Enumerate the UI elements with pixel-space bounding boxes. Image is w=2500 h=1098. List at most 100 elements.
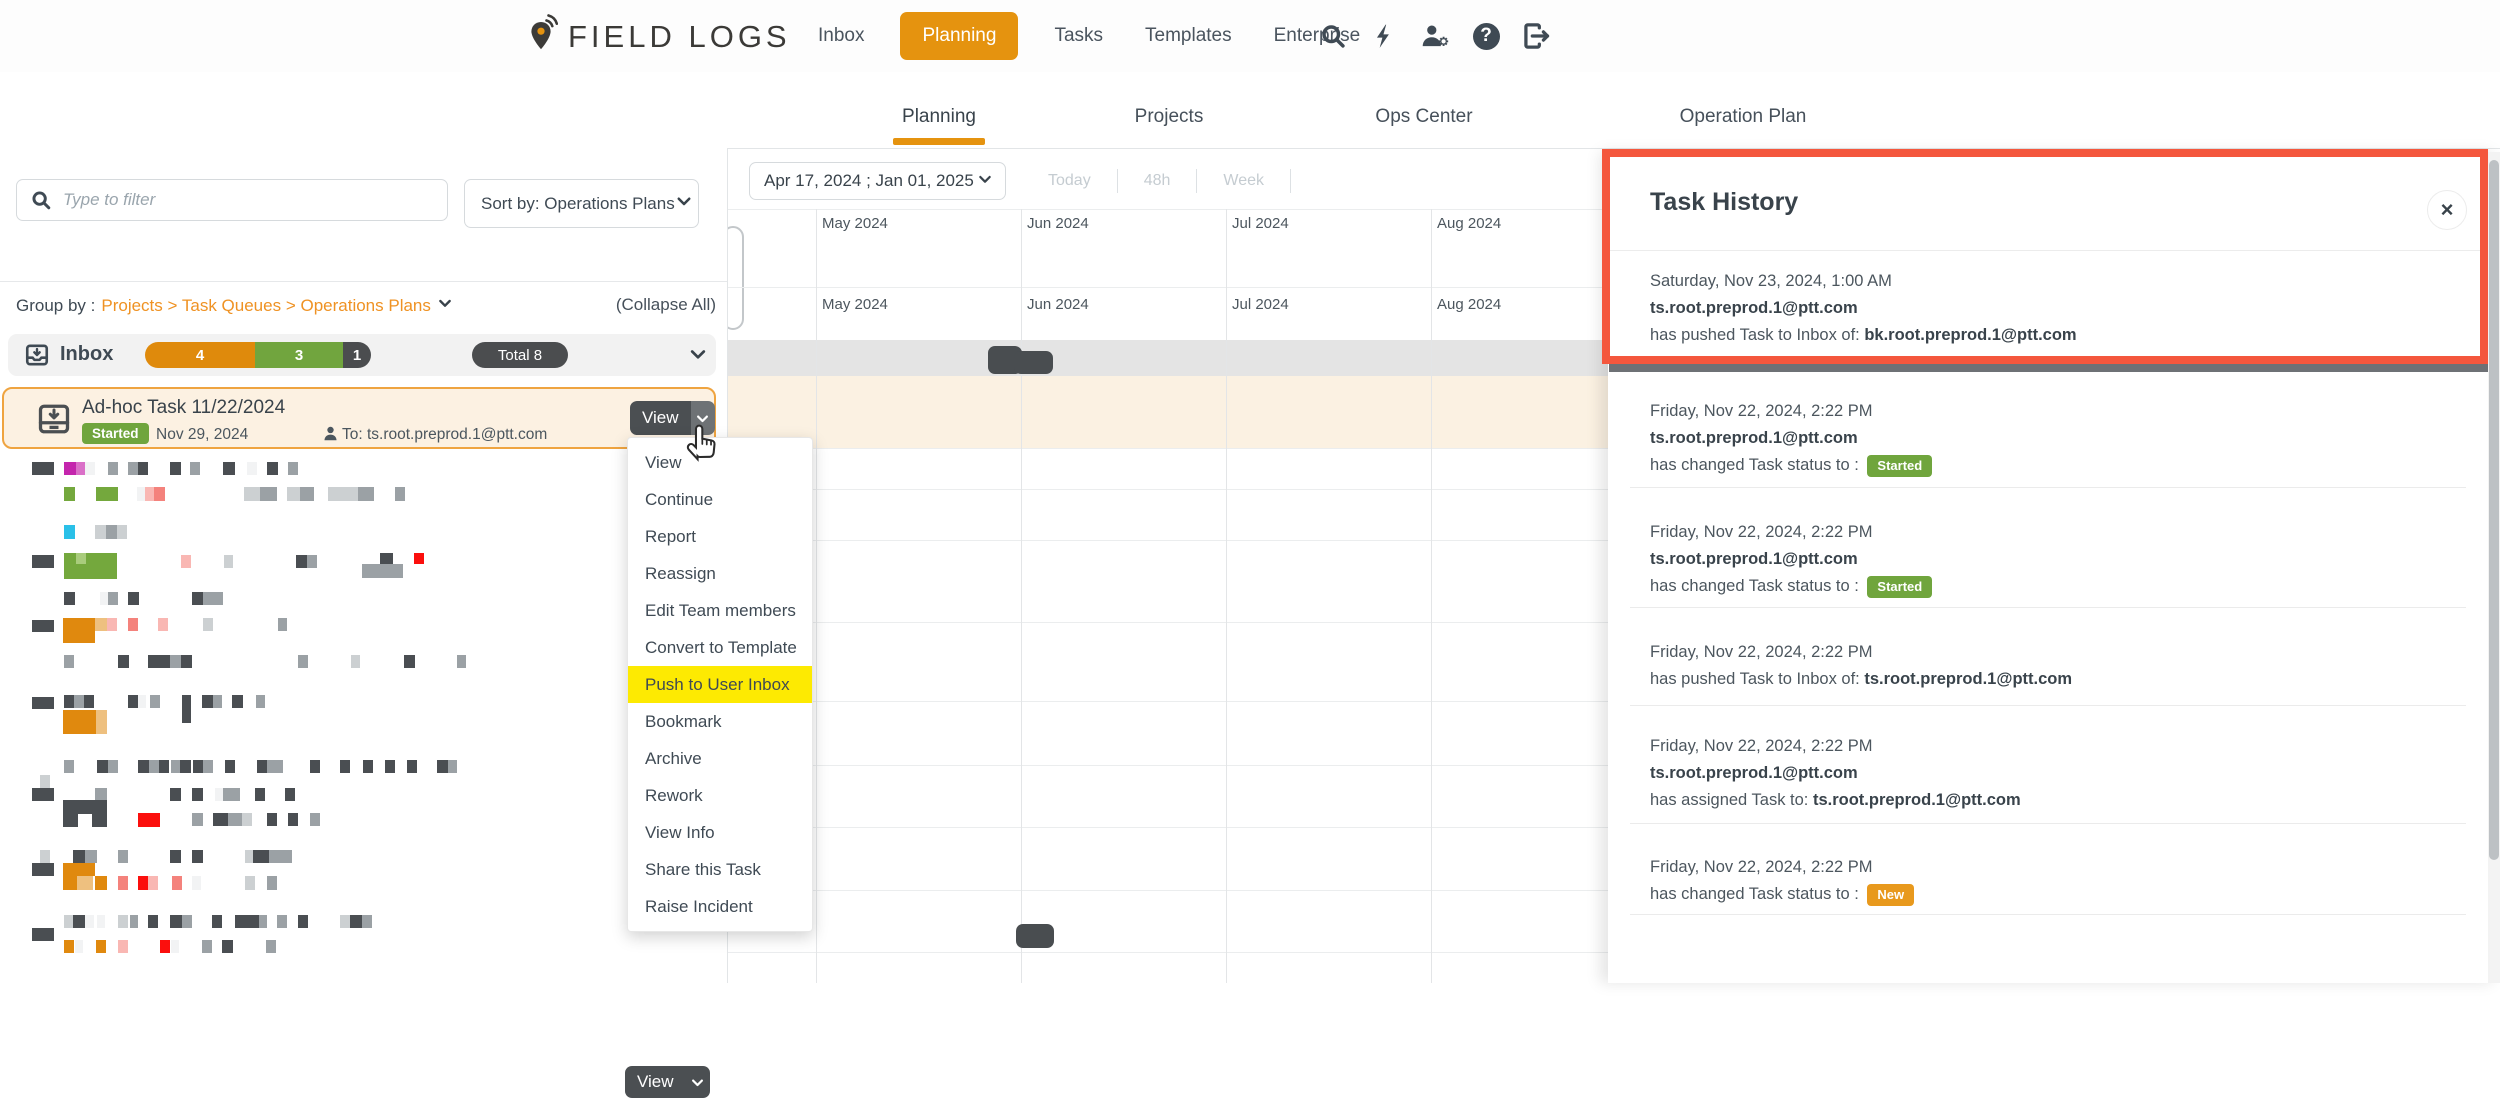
- inbox-total-badge: Total 8: [472, 342, 568, 368]
- collapse-all-link[interactable]: (Collapse All): [516, 295, 716, 315]
- history-timestamp: Friday, Nov 22, 2024, 2:22 PM: [1650, 398, 2430, 425]
- grid-hline: [728, 890, 1608, 891]
- nav-item-planning[interactable]: Planning: [900, 12, 1018, 60]
- minimap-block: [77, 876, 93, 890]
- timeline-zoom-48h[interactable]: 48h: [1118, 172, 1197, 190]
- minimap-block: [296, 555, 307, 568]
- minimap-block: [288, 462, 298, 475]
- inbox-group-row[interactable]: Inbox 431 Total 8: [8, 334, 716, 376]
- user-admin-icon[interactable]: [1420, 21, 1450, 51]
- nav-item-inbox[interactable]: Inbox: [812, 13, 870, 59]
- timeline-zoom-today[interactable]: Today: [1022, 172, 1117, 190]
- scrollbar-thumb[interactable]: [2489, 160, 2499, 860]
- minimap-block: [74, 695, 84, 708]
- task-card[interactable]: Ad-hoc Task 11/22/2024 Started Nov 29, 2…: [2, 387, 716, 449]
- status-badge: Started: [1867, 576, 1932, 598]
- month-label: Jun 2024: [1027, 215, 1089, 232]
- tab-operation-plan[interactable]: Operation Plan: [1680, 106, 1807, 128]
- close-icon[interactable]: ×: [2427, 190, 2467, 230]
- chevron-down-icon[interactable]: [686, 1066, 710, 1098]
- minimap-block: [150, 695, 160, 708]
- history-action: has changed Task status to : New: [1650, 881, 2430, 908]
- divider: [1630, 705, 2466, 706]
- minimap-block: [340, 915, 350, 928]
- logout-icon[interactable]: [1522, 21, 1552, 51]
- nav-item-tasks[interactable]: Tasks: [1048, 13, 1109, 59]
- task-view-button[interactable]: View: [625, 1066, 710, 1098]
- help-icon[interactable]: ?: [1471, 21, 1501, 51]
- grid-hline: [728, 765, 1608, 766]
- divider: [1290, 169, 1291, 193]
- minimap-block: [95, 788, 107, 800]
- minimap-block: [64, 462, 76, 475]
- nav-item-templates[interactable]: Templates: [1139, 13, 1238, 59]
- tab-ops-center[interactable]: Ops Center: [1375, 106, 1472, 128]
- top-navbar: FIELD LOGS InboxPlanningTasksTemplatesEn…: [0, 0, 2500, 72]
- menu-item-edit-team-members[interactable]: Edit Team members: [628, 592, 812, 629]
- view-button-label: View: [625, 1066, 686, 1098]
- minimap-block: [118, 915, 128, 928]
- breadcrumb-separator: >: [281, 296, 300, 315]
- minimap-block: [180, 760, 191, 773]
- minimap-block: [267, 876, 277, 890]
- minimap-block: [170, 655, 181, 668]
- gantt-task-bar[interactable]: [1016, 924, 1054, 948]
- menu-item-bookmark[interactable]: Bookmark: [628, 703, 812, 740]
- search-icon[interactable]: [1318, 21, 1348, 51]
- minimap-block: [63, 618, 95, 631]
- minimap-block: [138, 760, 149, 773]
- minimap-block: [64, 487, 75, 501]
- active-tab-underline: [893, 138, 985, 145]
- minimap-block: [84, 695, 94, 708]
- minimap-block: [202, 940, 212, 953]
- chevron-down-icon[interactable]: [437, 295, 453, 316]
- menu-item-push-to-user-inbox[interactable]: Push to User Inbox: [628, 666, 812, 703]
- minimap-block: [63, 800, 107, 814]
- history-action: has assigned Task to: ts.root.preprod.1@…: [1650, 787, 2430, 814]
- menu-item-reassign[interactable]: Reassign: [628, 555, 812, 592]
- group-by-breadcrumb: Group by : Projects > Task Queues > Oper…: [16, 295, 453, 316]
- status-badge: New: [1867, 884, 1914, 906]
- app-logo[interactable]: FIELD LOGS: [528, 14, 791, 59]
- date-range-picker[interactable]: Apr 17, 2024 ; Jan 01, 2025: [749, 162, 1006, 200]
- tab-planning[interactable]: Planning: [902, 106, 976, 128]
- sort-dropdown[interactable]: Sort by: Operations Plans: [464, 179, 699, 228]
- tab-projects[interactable]: Projects: [1135, 106, 1204, 128]
- subtabs-row: Planning Projects Ops Center Operation Plan: [0, 72, 2500, 149]
- group-by-link[interactable]: Task Queues: [182, 296, 281, 315]
- menu-item-continue[interactable]: Continue: [628, 481, 812, 518]
- minimap-block: [171, 940, 179, 953]
- minimap-block: [138, 813, 160, 827]
- menu-item-archive[interactable]: Archive: [628, 740, 812, 777]
- minimap-block: [97, 760, 108, 773]
- minimap-block: [96, 487, 118, 501]
- lightning-icon[interactable]: [1369, 21, 1399, 51]
- group-by-link[interactable]: Projects: [101, 296, 162, 315]
- minimap-block: [148, 915, 158, 928]
- minimap-block: [223, 462, 235, 475]
- minimap-block: [171, 760, 180, 773]
- filter-input[interactable]: [61, 181, 440, 219]
- minimap-block: [328, 487, 343, 501]
- minimap-block: [380, 553, 393, 564]
- filter-field[interactable]: [16, 179, 448, 221]
- menu-item-rework[interactable]: Rework: [628, 777, 812, 814]
- minimap-block: [118, 850, 128, 863]
- search-icon: [30, 189, 52, 216]
- grid-vline: [1431, 287, 1432, 983]
- menu-item-view-info[interactable]: View Info: [628, 814, 812, 851]
- group-by-link[interactable]: Operations Plans: [300, 296, 430, 315]
- grid-vline: [816, 209, 817, 287]
- menu-item-convert-to-template[interactable]: Convert to Template: [628, 629, 812, 666]
- timeline-zoom-week[interactable]: Week: [1197, 172, 1290, 190]
- chevron-down-icon[interactable]: [688, 344, 708, 369]
- gantt-task-bar[interactable]: [1014, 351, 1053, 374]
- menu-item-share-this-task[interactable]: Share this Task: [628, 851, 812, 888]
- task-status-badge: Started: [82, 423, 149, 444]
- minimap-block: [32, 928, 54, 941]
- menu-item-raise-incident[interactable]: Raise Incident: [628, 888, 812, 925]
- month-label: Aug 2024: [1437, 296, 1501, 313]
- menu-item-report[interactable]: Report: [628, 518, 812, 555]
- minimap-block: [203, 618, 213, 631]
- minimap-block: [138, 695, 146, 708]
